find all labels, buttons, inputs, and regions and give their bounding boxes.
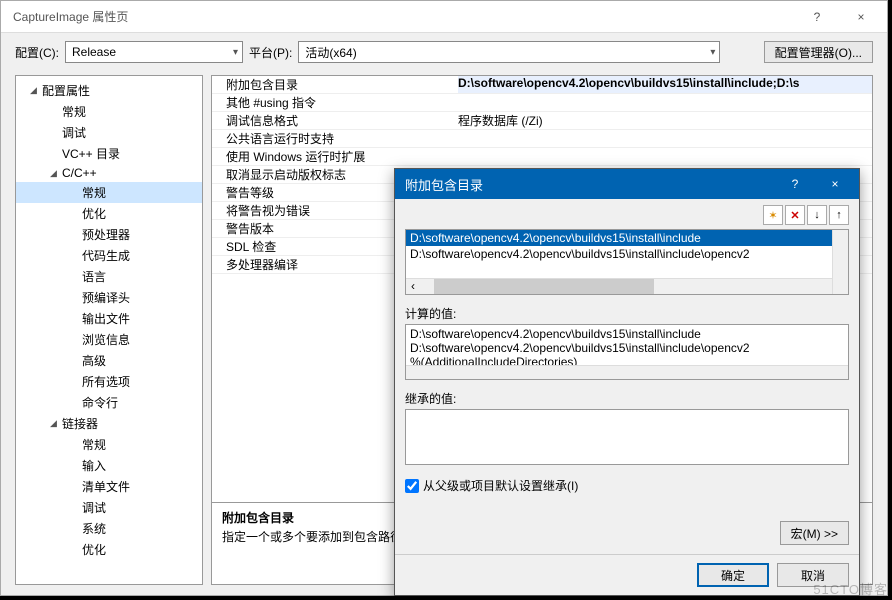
- tree-item[interactable]: 优化: [16, 203, 202, 224]
- additional-include-dialog: 附加包含目录 ? × ✶ ✕ ↓ ↑ D:\software\opencv4.2…: [394, 168, 860, 596]
- tree-item[interactable]: 清单文件: [16, 476, 202, 497]
- config-combo[interactable]: Release ▾: [65, 41, 243, 63]
- tree-item[interactable]: 代码生成: [16, 245, 202, 266]
- titlebar: CaptureImage 属性页 ? ×: [1, 1, 887, 33]
- tree-root[interactable]: ◢配置属性: [16, 80, 202, 101]
- config-label: 配置(C):: [15, 44, 59, 61]
- list-item[interactable]: D:\software\opencv4.2\opencv\buildvs15\i…: [406, 246, 848, 262]
- tree-item[interactable]: 优化: [16, 539, 202, 560]
- nav-tree[interactable]: ◢配置属性 常规调试VC++ 目录◢C/C++常规优化预处理器代码生成语言预编译…: [15, 75, 203, 585]
- tree-item[interactable]: 语言: [16, 266, 202, 287]
- tree-item[interactable]: 输出文件: [16, 308, 202, 329]
- calc-item: D:\software\opencv4.2\opencv\buildvs15\i…: [410, 327, 844, 341]
- close-button[interactable]: ×: [839, 2, 883, 32]
- grid-value[interactable]: D:\software\opencv4.2\opencv\buildvs15\i…: [458, 76, 872, 93]
- inherited-box: [405, 409, 849, 465]
- new-line-icon[interactable]: ✶: [763, 205, 783, 225]
- grid-value[interactable]: [458, 148, 872, 165]
- grid-row[interactable]: 附加包含目录D:\software\opencv4.2\opencv\build…: [212, 76, 872, 94]
- tree-item[interactable]: ◢链接器: [16, 413, 202, 434]
- calc-item: D:\software\opencv4.2\opencv\buildvs15\i…: [410, 341, 844, 355]
- delete-icon[interactable]: ✕: [785, 205, 805, 225]
- platform-combo[interactable]: 活动(x64) ▾: [298, 41, 720, 63]
- window-title: CaptureImage 属性页: [13, 8, 795, 25]
- grid-value[interactable]: 程序数据库 (/Zi): [458, 112, 872, 129]
- modal-footer: 确定 取消: [395, 554, 859, 595]
- tree-item[interactable]: ◢C/C++: [16, 164, 202, 182]
- vscrollbar[interactable]: [832, 230, 848, 294]
- tree-item[interactable]: 预处理器: [16, 224, 202, 245]
- help-button[interactable]: ?: [795, 2, 839, 32]
- tree-item[interactable]: 系统: [16, 518, 202, 539]
- move-down-icon[interactable]: ↓: [807, 205, 827, 225]
- collapse-icon: ◢: [30, 85, 42, 96]
- config-value: Release: [72, 45, 116, 59]
- inherit-checkbox-row: 从父级或项目默认设置继承(I): [405, 477, 849, 494]
- ok-button[interactable]: 确定: [697, 563, 769, 587]
- calculated-label: 计算的值:: [405, 305, 849, 322]
- tree-item[interactable]: 调试: [16, 497, 202, 518]
- tree-item[interactable]: 浏览信息: [16, 329, 202, 350]
- grid-key: 附加包含目录: [212, 76, 458, 93]
- chevron-down-icon: ▾: [233, 47, 238, 58]
- collapse-icon: ◢: [50, 168, 62, 179]
- watermark: 51CTO博客: [813, 579, 888, 598]
- grid-value[interactable]: [458, 130, 872, 147]
- tree-item[interactable]: 命令行: [16, 392, 202, 413]
- hscrollbar[interactable]: [406, 365, 848, 379]
- toolbar: 配置(C): Release ▾ 平台(P): 活动(x64) ▾ 配置管理器(…: [1, 33, 887, 71]
- modal-help-button[interactable]: ?: [775, 170, 815, 198]
- platform-label: 平台(P):: [249, 44, 292, 61]
- grid-row[interactable]: 公共语言运行时支持: [212, 130, 872, 148]
- calculated-box: D:\software\opencv4.2\opencv\buildvs15\i…: [405, 324, 849, 380]
- tree-item[interactable]: 预编译头: [16, 287, 202, 308]
- modal-title: 附加包含目录: [405, 175, 775, 194]
- grid-row[interactable]: 使用 Windows 运行时扩展: [212, 148, 872, 166]
- inherit-label: 从父级或项目默认设置继承(I): [423, 477, 578, 494]
- inherit-checkbox[interactable]: [405, 479, 419, 493]
- hscrollbar[interactable]: ‹: [406, 278, 832, 294]
- grid-key: 公共语言运行时支持: [212, 130, 458, 147]
- platform-value: 活动(x64): [305, 44, 356, 61]
- list-item[interactable]: D:\software\opencv4.2\opencv\buildvs15\i…: [406, 230, 848, 246]
- grid-key: 其他 #using 指令: [212, 94, 458, 111]
- tree-item[interactable]: 所有选项: [16, 371, 202, 392]
- paths-listbox[interactable]: D:\software\opencv4.2\opencv\buildvs15\i…: [405, 229, 849, 295]
- tree-item[interactable]: 常规: [16, 182, 202, 203]
- grid-value[interactable]: [458, 94, 872, 111]
- grid-row[interactable]: 其他 #using 指令: [212, 94, 872, 112]
- list-toolbar: ✶ ✕ ↓ ↑: [405, 205, 849, 225]
- tree-item[interactable]: 常规: [16, 434, 202, 455]
- move-up-icon[interactable]: ↑: [829, 205, 849, 225]
- tree-item[interactable]: 调试: [16, 122, 202, 143]
- grid-row[interactable]: 调试信息格式程序数据库 (/Zi): [212, 112, 872, 130]
- modal-body: ✶ ✕ ↓ ↑ D:\software\opencv4.2\opencv\bui…: [395, 199, 859, 554]
- grid-key: 使用 Windows 运行时扩展: [212, 148, 458, 165]
- modal-close-button[interactable]: ×: [815, 170, 855, 198]
- tree-item[interactable]: 常规: [16, 101, 202, 122]
- modal-titlebar: 附加包含目录 ? ×: [395, 169, 859, 199]
- collapse-icon: ◢: [50, 418, 62, 429]
- tree-item[interactable]: VC++ 目录: [16, 143, 202, 164]
- macro-button[interactable]: 宏(M) >>: [780, 521, 849, 545]
- tree-item[interactable]: 高级: [16, 350, 202, 371]
- tree-item[interactable]: 输入: [16, 455, 202, 476]
- grid-key: 调试信息格式: [212, 112, 458, 129]
- config-manager-button[interactable]: 配置管理器(O)...: [764, 41, 873, 63]
- inherited-label: 继承的值:: [405, 390, 849, 407]
- chevron-down-icon: ▾: [710, 47, 715, 58]
